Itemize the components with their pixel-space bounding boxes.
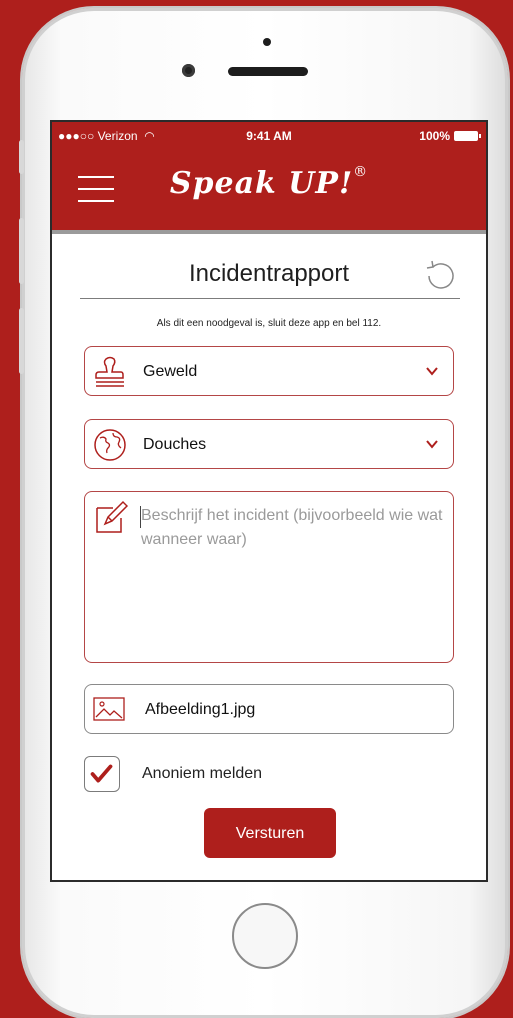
pencil-note-icon: [96, 500, 129, 533]
report-form: Incidentrapport Als dit een noodgeval is…: [52, 234, 486, 880]
location-select[interactable]: Douches: [84, 419, 454, 469]
volume-down-button: [19, 308, 24, 374]
registered-mark: ®: [353, 164, 369, 180]
chevron-down-icon[interactable]: [425, 364, 439, 378]
page-title: Incidentrapport: [188, 260, 350, 287]
earpiece-speaker: [228, 67, 308, 76]
app-header: Speak UP!®: [52, 148, 486, 234]
home-button[interactable]: [232, 903, 298, 969]
emergency-notice: Als dit een noodgeval is, sluit deze app…: [156, 318, 382, 329]
front-camera: [182, 64, 195, 77]
checkmark-icon: [90, 764, 113, 783]
category-select[interactable]: Geweld: [84, 346, 454, 396]
attachment-filename: Afbeelding1.jpg: [145, 701, 256, 718]
image-icon: [93, 697, 125, 721]
battery-percent: 100%: [419, 129, 450, 143]
anonymous-checkbox[interactable]: [84, 756, 120, 792]
anonymous-label: Anoniem melden: [142, 765, 263, 782]
submit-button[interactable]: Versturen: [204, 808, 336, 858]
status-bar: ●●●○○ Verizon ◠ 9:41 AM 100%: [52, 122, 486, 148]
app-logo: Speak UP!®: [52, 164, 486, 201]
mute-switch: [19, 140, 24, 174]
chevron-down-icon[interactable]: [425, 437, 439, 451]
proximity-sensor: [263, 38, 271, 46]
description-placeholder: Beschrijf het incident (bijvoorbeeld wie…: [141, 507, 443, 548]
stamp-icon: [95, 356, 124, 387]
brand-name: Speak UP!: [169, 166, 354, 201]
battery-icon: [454, 131, 481, 141]
description-textarea[interactable]: Beschrijf het incident (bijvoorbeeld wie…: [84, 491, 454, 663]
title-divider: [80, 298, 460, 299]
app-screen: ●●●○○ Verizon ◠ 9:41 AM 100% Speak UP!® …: [50, 120, 488, 882]
refresh-icon[interactable]: [424, 258, 458, 292]
category-value: Geweld: [143, 363, 198, 380]
location-value: Douches: [143, 436, 207, 453]
battery-status: 100%: [419, 129, 481, 143]
volume-up-button: [19, 218, 24, 284]
attachment-field[interactable]: Afbeelding1.jpg: [84, 684, 454, 734]
globe-icon: [94, 429, 126, 461]
